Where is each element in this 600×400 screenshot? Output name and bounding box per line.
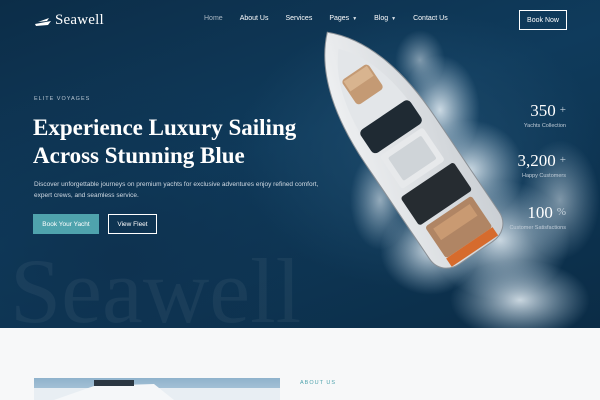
logo[interactable]: Seawell <box>34 12 104 29</box>
main-navigation: Seawell Home About Us Services Pages ▼ Bl… <box>0 0 600 40</box>
stat-value: 3,200 + <box>518 151 566 170</box>
stat-satisfaction: 100% Customer Satisfactions <box>509 203 566 232</box>
hero-eyebrow: ELITE VOYAGES <box>34 96 91 102</box>
nav-item-blog[interactable]: Blog ▼ <box>374 15 396 22</box>
stat-suffix: + <box>559 104 566 116</box>
stat-yachts: 350 + Yachts Collection <box>523 101 566 130</box>
book-your-yacht-button[interactable]: Book Your Yacht <box>33 214 99 234</box>
stat-label: Happy Customers <box>521 173 566 179</box>
nav-item-label: About Us <box>239 15 269 22</box>
nav-item-home[interactable]: Home <box>204 15 223 22</box>
nav-item-pages[interactable]: Pages ▼ <box>329 15 357 22</box>
logo-text: Seawell <box>55 12 104 28</box>
headline-line-1: Experience Luxury Sailing <box>33 115 297 140</box>
nav-item-about-us[interactable]: About Us <box>240 15 269 22</box>
nav-item-contact-us[interactable]: Contact Us <box>413 15 448 22</box>
hero-watermark-text: Seawell <box>10 240 301 328</box>
hero-description: Discover unforgettable journeys on premi… <box>34 181 319 199</box>
stat-customers: 3,200 + Happy Customers <box>518 151 566 180</box>
stat-value: 100% <box>509 203 566 222</box>
stat-label: Yachts Collection <box>523 123 566 129</box>
stat-number: 100 <box>527 203 553 222</box>
nav-item-label: Contact Us <box>413 15 448 22</box>
view-fleet-button[interactable]: View Fleet <box>108 214 157 234</box>
headline-line-2: Across Stunning Blue <box>33 143 245 168</box>
about-image <box>34 378 280 400</box>
hero-headline: Experience Luxury Sailing Across Stunnin… <box>33 114 333 170</box>
stat-number: 3,200 <box>517 151 556 170</box>
stat-number: 350 <box>530 101 556 120</box>
stat-suffix: % <box>556 206 566 218</box>
stat-value: 350 + <box>524 101 566 120</box>
nav-item-services[interactable]: Services <box>285 15 312 22</box>
stat-label: Customer Satisfactions <box>509 225 566 231</box>
nav-item-label: Services <box>285 15 313 22</box>
nav-item-label: Pages <box>329 15 350 22</box>
nav-menu: Home About Us Services Pages ▼ Blog ▼ Cont… <box>204 15 465 22</box>
chevron-down-icon: ▼ <box>391 15 397 22</box>
hero-section: Seawell Seawell Home About Us Services P… <box>0 0 600 328</box>
stat-suffix: + <box>559 154 566 166</box>
nav-item-label: Blog <box>374 15 389 22</box>
chevron-down-icon: ▼ <box>352 15 358 22</box>
book-now-button[interactable]: Book Now <box>519 10 567 30</box>
about-yacht-photo <box>34 380 280 400</box>
about-us-label: ABOUT US <box>300 380 337 386</box>
nav-item-label: Home <box>204 15 223 22</box>
sail-logo-icon <box>35 17 51 26</box>
